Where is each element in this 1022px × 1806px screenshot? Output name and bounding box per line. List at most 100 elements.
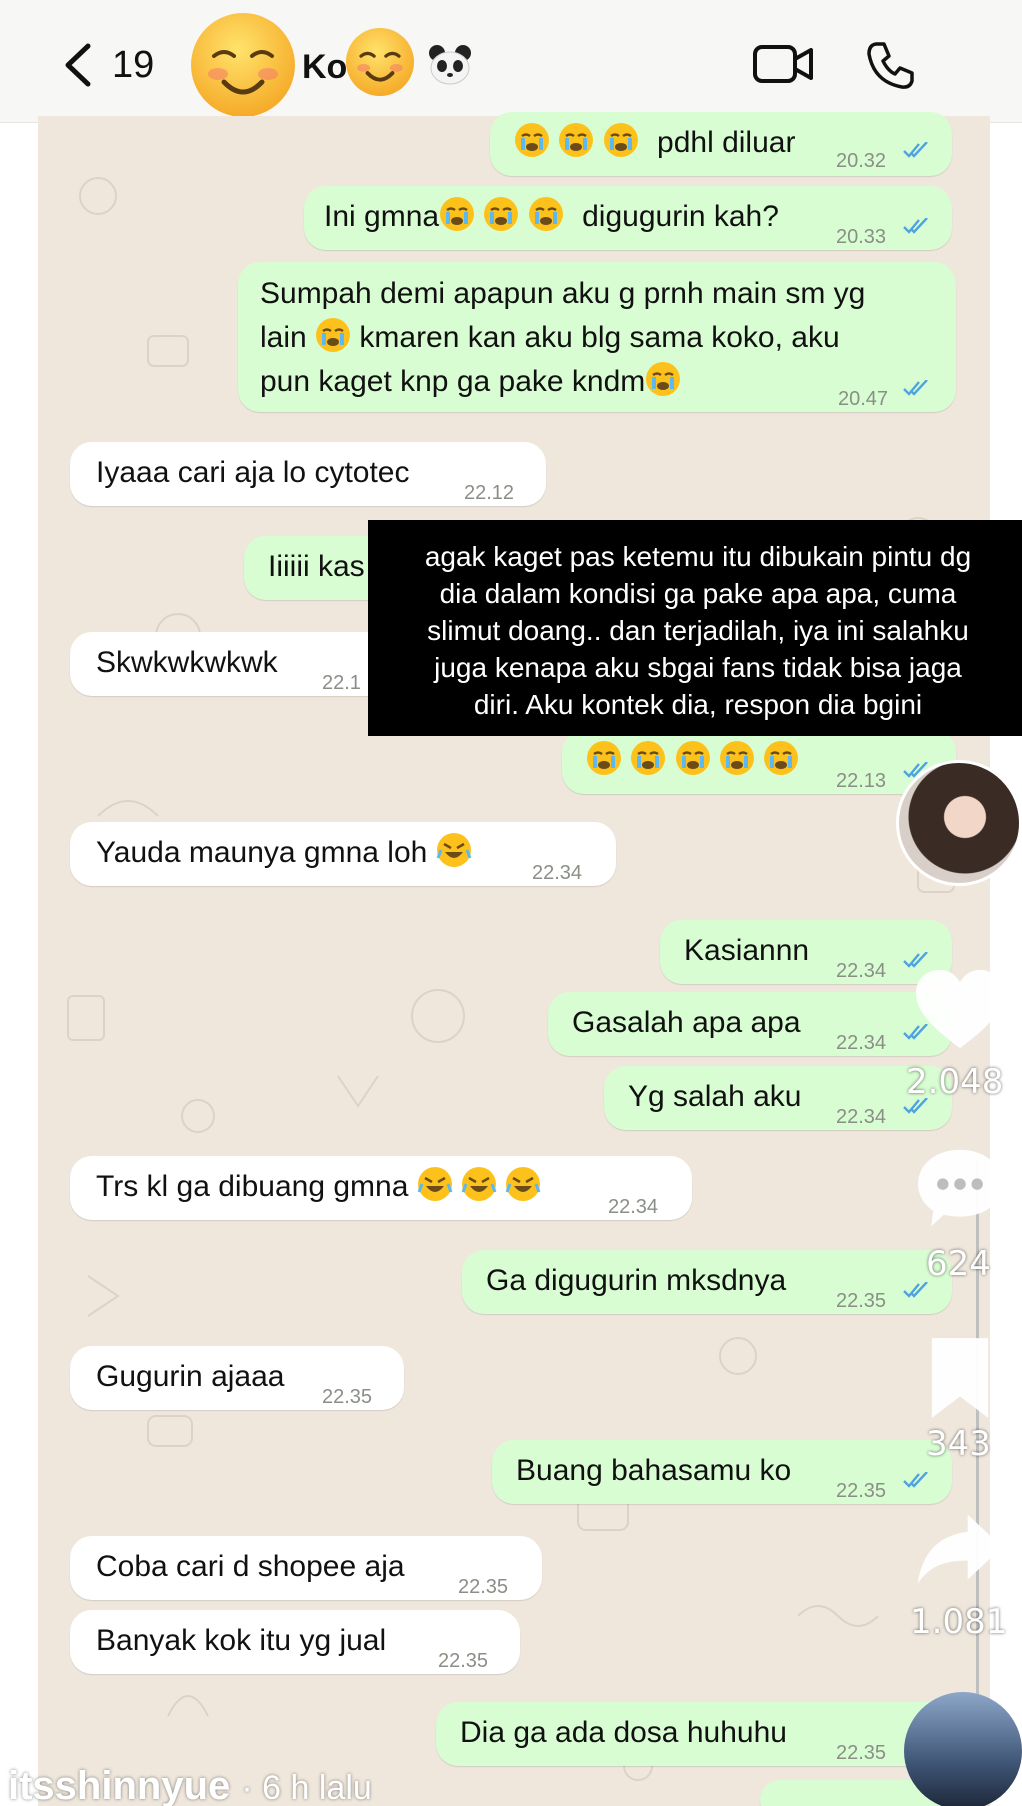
message-time: 22.35 <box>836 1290 887 1312</box>
rolling-laughing-emoji <box>505 1166 541 1202</box>
loudly-crying-emoji <box>719 740 755 776</box>
loudly-crying-emoji <box>528 196 564 232</box>
message-text: Iiiiii kas <box>268 550 365 583</box>
message-time: 20.33 <box>836 226 887 248</box>
contact-name[interactable]: Ko <box>302 48 347 87</box>
message-text: Gasalah apa apa <box>572 1006 801 1039</box>
message-text-line: Sumpah demi apapun aku g prnh main sm yg <box>260 277 866 310</box>
message-text: Yg salah aku <box>628 1080 802 1113</box>
message-text-line: kmaren kan aku blg sama koko, aku <box>359 321 840 354</box>
message-outgoing[interactable]: Ga digugurin mksdnya 22.35 <box>462 1250 952 1314</box>
message-outgoing[interactable]: Ini gmna digugurin kah? 20.33 <box>304 186 952 250</box>
sound-disc[interactable] <box>904 1692 1022 1806</box>
caption-line: diri. Aku kontek dia, respon dia bgini <box>473 689 923 720</box>
message-time: 20.32 <box>836 150 887 172</box>
message-text: Coba cari d shopee aja <box>96 1550 405 1583</box>
caption-line: dia dalam kondisi ga pake apa apa, cuma <box>439 578 957 609</box>
message-time: 22.35 <box>438 1650 489 1672</box>
loudly-crying-emoji <box>439 196 475 232</box>
message-time: 22.34 <box>836 960 887 982</box>
unread-count[interactable]: 19 <box>112 44 154 87</box>
message-outgoing[interactable]: Buang bahasamu ko 22.35 <box>492 1440 952 1504</box>
message-text: Gugurin ajaaa <box>96 1360 285 1393</box>
read-ticks-icon <box>903 142 928 158</box>
message-outgoing[interactable]: Dia ga ada dosa huhuhu 22.35 <box>436 1702 952 1766</box>
message-time: 22.35 <box>836 1742 887 1764</box>
rolling-laughing-emoji <box>461 1166 497 1202</box>
read-ticks-icon <box>903 218 928 234</box>
message-text-line: lain <box>260 321 307 354</box>
message-outgoing[interactable]: Sumpah demi apapun aku g prnh main sm yg… <box>238 262 956 412</box>
message-incoming[interactable]: Skwkwkwkwk 22.1 <box>70 632 390 696</box>
rolling-laughing-emoji <box>436 832 472 868</box>
smiling-face-emoji <box>345 27 415 97</box>
message-time: 22.34 <box>836 1032 887 1054</box>
chat-header: 19 Ko <box>0 0 1022 123</box>
loudly-crying-emoji <box>315 317 351 353</box>
message-text: Yauda maunya gmna loh <box>96 836 428 869</box>
back-chevron-icon[interactable] <box>58 40 98 90</box>
message-text: Iyaaa cari aja lo cytotec <box>96 456 410 489</box>
message-incoming[interactable]: Banyak kok itu yg jual 22.35 <box>70 1610 520 1674</box>
message-time: 22.1 <box>322 672 361 694</box>
smiling-face-emoji[interactable] <box>188 10 298 120</box>
read-ticks-icon <box>903 1472 928 1488</box>
message-incoming[interactable]: Yauda maunya gmna loh 22.34 <box>70 822 616 886</box>
message-text: Kasiannn <box>684 934 810 967</box>
message-text: Ini gmna <box>324 200 440 233</box>
like-count: 2.048 <box>906 1062 1004 1102</box>
loudly-crying-emoji <box>586 740 622 776</box>
read-ticks-icon <box>903 1282 928 1298</box>
comment-icon[interactable] <box>914 1144 1006 1230</box>
share-count: 1.081 <box>910 1602 1008 1642</box>
message-outgoing[interactable]: Kasiannn 22.34 <box>660 920 952 984</box>
message-time: 22.35 <box>836 1480 887 1502</box>
creator-avatar[interactable] <box>896 760 1022 886</box>
message-incoming[interactable]: Iyaaa cari aja lo cytotec 22.12 <box>70 442 546 506</box>
message-text-line: pun kaget knp ga pake kndm <box>260 365 646 398</box>
caption-line: agak kaget pas ketemu itu dibukain pintu… <box>424 541 972 572</box>
screen: 19 Ko pdhl diluar 20.32 Ini gmna digugur… <box>0 0 1022 1806</box>
loudly-crying-emoji <box>514 122 550 158</box>
caption-line: juga kenapa aku sbgai fans tidak bisa ja… <box>434 652 962 683</box>
heart-icon[interactable] <box>912 966 1008 1052</box>
message-time: 22.34 <box>836 1106 887 1128</box>
post-age: · 6 h lalu <box>241 1769 372 1806</box>
message-outgoing[interactable]: Yg salah aku 22.34 <box>604 1066 952 1130</box>
message-incoming[interactable]: Gugurin ajaaa 22.35 <box>70 1346 404 1410</box>
bookmark-icon[interactable] <box>926 1334 994 1422</box>
message-text: Trs kl ga dibuang gmna <box>96 1170 409 1203</box>
loudly-crying-emoji <box>763 740 799 776</box>
message-time: 22.35 <box>322 1386 373 1408</box>
loudly-crying-emoji <box>483 196 519 232</box>
message-outgoing[interactable]: pdhl diluar 20.32 <box>490 112 952 176</box>
phone-call-icon[interactable] <box>864 38 918 92</box>
loudly-crying-emoji <box>675 740 711 776</box>
read-ticks-icon <box>903 380 928 396</box>
message-time: 20.47 <box>838 388 889 410</box>
loudly-crying-emoji <box>558 122 594 158</box>
username-text[interactable]: itsshinnyue <box>8 1764 230 1806</box>
save-count: 343 <box>926 1424 991 1464</box>
message-text: Skwkwkwkwk <box>96 646 278 679</box>
message-incoming[interactable]: Coba cari d shopee aja 22.35 <box>70 1536 542 1600</box>
message-incoming[interactable]: Trs kl ga dibuang gmna 22.34 <box>70 1156 692 1220</box>
message-text: digugurin kah? <box>582 200 779 233</box>
message-time: 22.35 <box>458 1576 509 1598</box>
message-time: 22.34 <box>608 1196 659 1218</box>
message-text: Buang bahasamu ko <box>516 1454 792 1487</box>
message-text: Banyak kok itu yg jual <box>96 1624 387 1657</box>
message-outgoing[interactable]: Gasalah apa apa 22.34 <box>548 992 952 1056</box>
message-outgoing[interactable]: 22.13 <box>562 730 956 794</box>
caption-line: slimut doang.. dan terjadilah, iya ini s… <box>427 615 969 646</box>
rolling-laughing-emoji <box>417 1166 453 1202</box>
message-text: Dia ga ada dosa huhuhu <box>460 1716 787 1749</box>
message-time: 22.34 <box>532 862 583 884</box>
video-call-icon[interactable] <box>752 42 814 86</box>
author-username[interactable]: itsshinnyue · 6 h lalu <box>8 1764 372 1806</box>
message-text: Ga digugurin mksdnya <box>486 1264 787 1297</box>
loudly-crying-emoji <box>645 361 681 397</box>
share-arrow-icon[interactable] <box>914 1510 1006 1588</box>
message-time: 22.12 <box>464 482 515 504</box>
loudly-crying-emoji <box>630 740 666 776</box>
